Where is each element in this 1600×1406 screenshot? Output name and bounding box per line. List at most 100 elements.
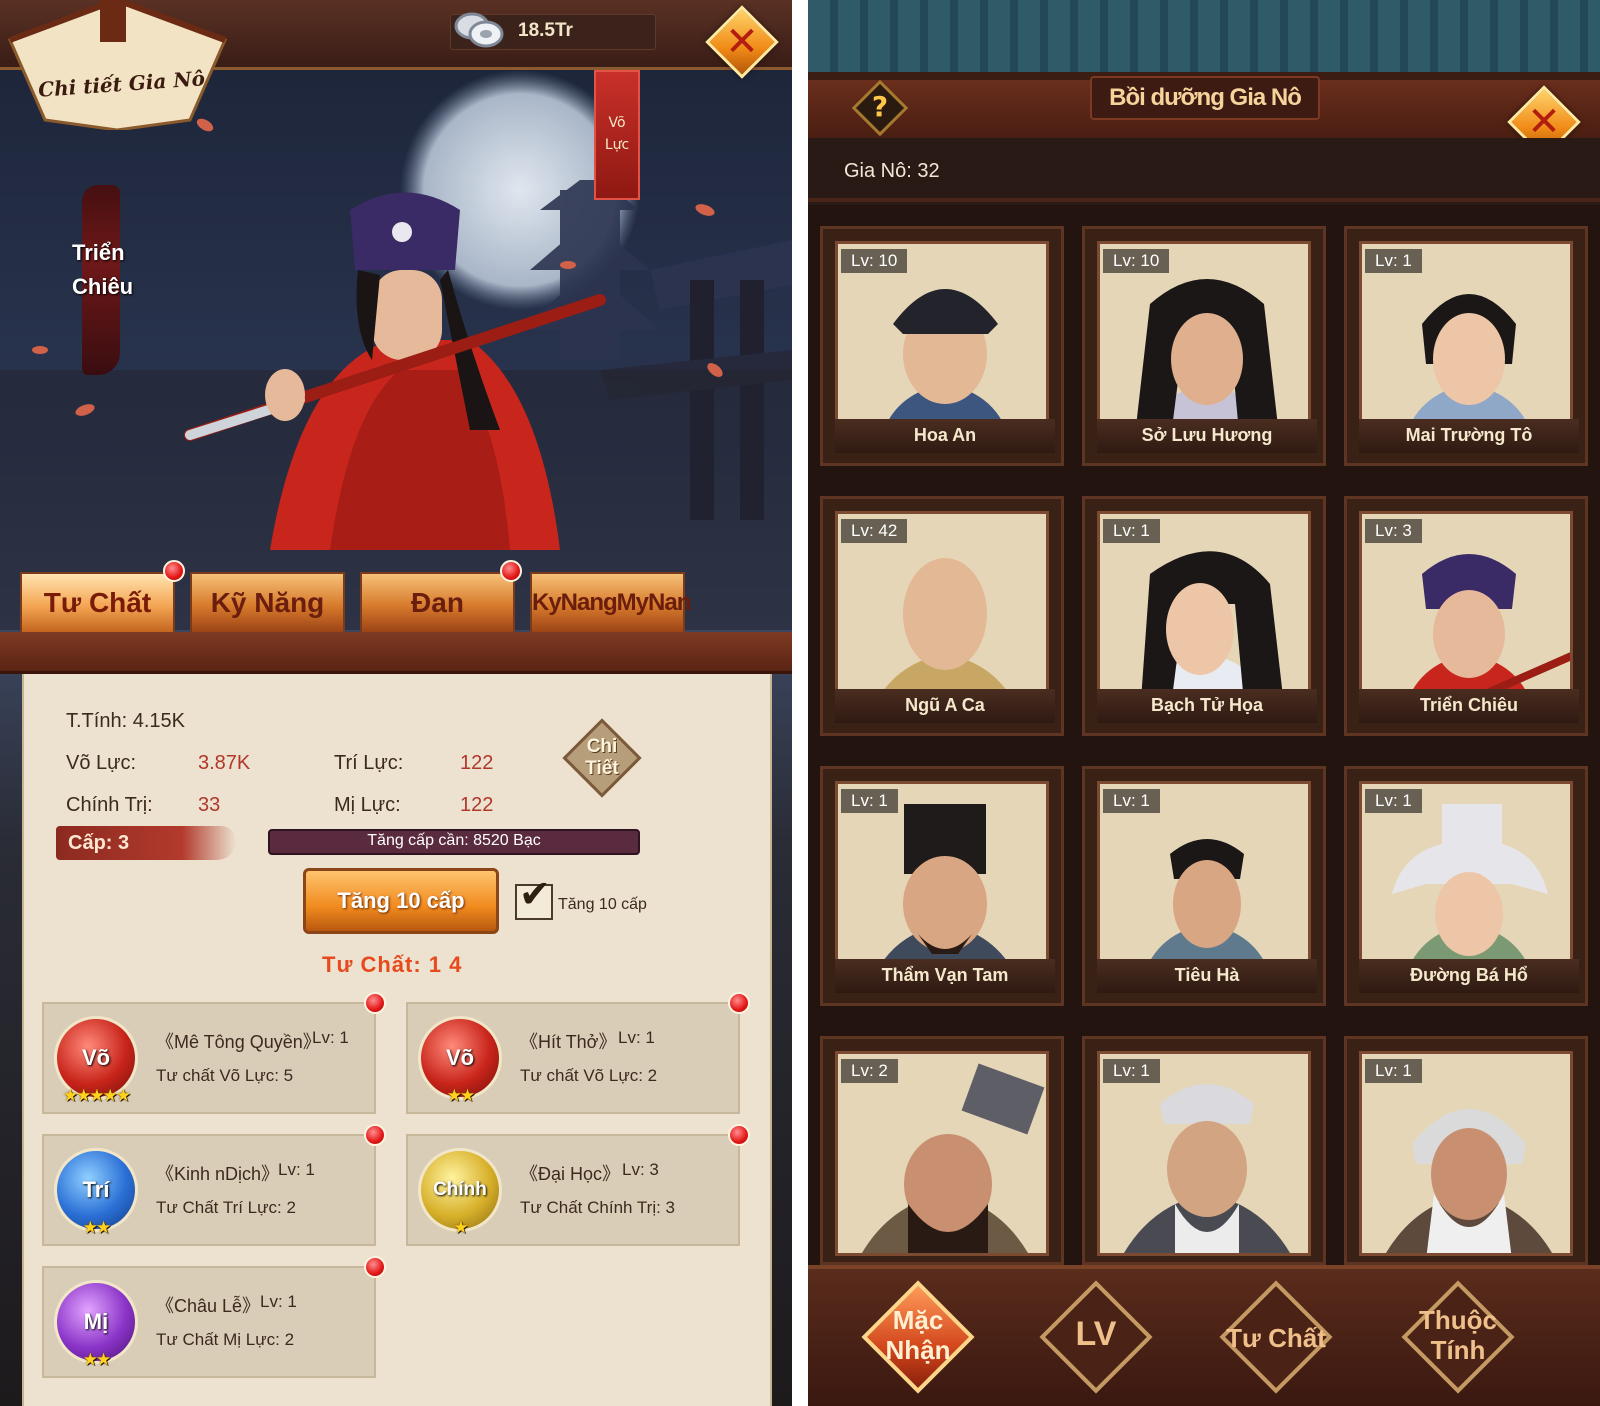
card-level: Lv: 1: [1103, 519, 1160, 543]
upgrade-10-button[interactable]: Tăng 10 cấp: [303, 868, 499, 934]
roof-tiles: [808, 0, 1600, 80]
attendant-count: Gia Nô: 32: [844, 160, 940, 182]
attendant-training-panel: ? Bồi dưỡng Gia Nô ✕ Gia Nô: 32 Lv: 10 H…: [808, 0, 1600, 1406]
star-rating: ★★: [446, 1086, 475, 1106]
upgrade-10-checkbox-label: Tăng 10 cấp: [558, 896, 647, 913]
portrait-image: [1362, 1054, 1570, 1253]
detail-button[interactable]: Chi Tiết: [562, 718, 642, 798]
card-name: Tiêu Hà: [1097, 959, 1317, 993]
skill-name: 《Châu Lễ》: [156, 1296, 261, 1316]
tab-ky-nang-my-nan[interactable]: KyNangMyNan: [530, 572, 691, 634]
tab-ky-nang[interactable]: Kỹ Năng: [190, 572, 345, 634]
sort-aptitude-button[interactable]: Tư Chất: [1214, 1275, 1338, 1399]
currency-value: 18.5Tr: [518, 20, 573, 41]
attendant-card[interactable]: Lv: 1 Thẩm Vạn Tam: [820, 766, 1064, 1006]
card-level: Lv: 1: [1365, 789, 1422, 813]
card-name: Hoa An: [835, 419, 1055, 453]
skill-desc: Tư chất Võ Lực: 2: [520, 1066, 658, 1085]
vo-luc-label: Võ Lực:: [66, 752, 137, 774]
portrait-image: [1362, 514, 1570, 714]
title-fan: Chi tiết Gia Nô: [0, 0, 235, 132]
skill-level: Lv: 1: [312, 1028, 349, 1047]
skill-desc: Tư Chất Mị Lực: 2: [156, 1330, 295, 1349]
total-stat: T.Tính: 4.15K: [66, 710, 185, 732]
skill-name: 《Hít Thở》: [520, 1032, 617, 1052]
help-button[interactable]: ?: [850, 78, 910, 138]
sort-default-button[interactable]: Mặc Nhận: [856, 1275, 980, 1399]
fan-icon: [7, 0, 228, 132]
skill-name: 《Đại Học》: [520, 1164, 621, 1184]
attendant-card[interactable]: Lv: 2: [820, 1036, 1064, 1265]
skill-card[interactable]: Mị ★★ 《Châu Lễ》 Lv: 1 Tư Chất Mị Lực: 2: [42, 1266, 376, 1378]
attendant-card[interactable]: Lv: 1 Tiêu Hà: [1082, 766, 1326, 1006]
portrait-image: [1362, 244, 1570, 444]
skill-desc: Tư chất Võ Lực: 5: [156, 1066, 294, 1085]
skill-level: Lv: 1: [260, 1292, 297, 1311]
star-rating: ★★★★★: [62, 1086, 131, 1106]
close-button[interactable]: ✕: [705, 5, 779, 79]
tab-tu-chat-notify-dot: [163, 560, 185, 582]
attendant-card[interactable]: Lv: 1 Đường Bá Hổ: [1344, 766, 1588, 1006]
card-level: Lv: 1: [1103, 789, 1160, 813]
attendant-detail-panel: Chi tiết Gia Nô 18.5Tr ✕ Võ Lực Triển Ch…: [0, 0, 792, 1406]
skill-name: 《Kinh nDịch》: [156, 1164, 280, 1184]
skill-card[interactable]: Võ ★★ 《Hít Thở》 Lv: 1 Tư chất Võ Lực: 2: [406, 1002, 740, 1114]
sort-attribute-button[interactable]: Thuộc Tính: [1396, 1275, 1520, 1399]
skill-desc: Tư Chất Chính Trị: 3: [520, 1198, 675, 1217]
attendant-card[interactable]: Lv: 3 Triển Chiêu: [1344, 496, 1588, 736]
card-level: Lv: 1: [1103, 1059, 1160, 1083]
portrait-image: [838, 1054, 1046, 1253]
chinh-tri-label: Chính Trị:: [66, 794, 153, 816]
skill-level: Lv: 1: [278, 1160, 315, 1179]
skill-level: Lv: 1: [618, 1028, 655, 1047]
mi-luc-label: Mị Lực:: [334, 794, 401, 816]
vo-luc-value: 3.87K: [198, 752, 251, 774]
card-name: Sở Lưu Hương: [1097, 419, 1317, 453]
attendant-card[interactable]: Lv: 1: [1344, 1036, 1588, 1265]
portrait-image: [1100, 514, 1308, 714]
panel-divider: [0, 632, 792, 674]
sort-level-button[interactable]: LV: [1034, 1275, 1158, 1399]
card-name: Thẩm Vạn Tam: [835, 959, 1055, 993]
skill-notify-dot: [364, 1124, 386, 1146]
skill-notify-dot: [364, 1256, 386, 1278]
attendant-card[interactable]: Lv: 1 Mai Trường Tô: [1344, 226, 1588, 466]
skill-notify-dot: [364, 992, 386, 1014]
attendant-card[interactable]: Lv: 1 Bạch Tử Họa: [1082, 496, 1326, 736]
question-icon: ?: [871, 90, 889, 123]
close-x-icon: ✕: [725, 19, 759, 65]
attribute-tag-line1: Võ: [608, 115, 626, 131]
skill-card[interactable]: Trí ★★ 《Kinh nDịch》 Lv: 1 Tư Chất Trí Lự…: [42, 1134, 376, 1246]
checkmark-icon: ✔: [519, 872, 551, 916]
attendant-card[interactable]: Lv: 10 Hoa An: [820, 226, 1064, 466]
card-name: Bạch Tử Họa: [1097, 689, 1317, 723]
star-rating: ★★: [82, 1350, 111, 1370]
attendant-card[interactable]: Lv: 1: [1082, 1036, 1326, 1265]
skill-notify-dot: [728, 992, 750, 1014]
card-level: Lv: 3: [1365, 519, 1422, 543]
level-label: Cấp: 3: [68, 832, 130, 854]
portrait-image: [1100, 1054, 1308, 1253]
tri-luc-label: Trí Lực:: [334, 752, 404, 774]
card-level: Lv: 1: [1365, 1059, 1422, 1083]
star-rating: ★★: [82, 1218, 111, 1238]
skill-card[interactable]: Võ ★★★★★ 《Mê Tông Quyền》 Lv: 1 Tư chất V…: [42, 1002, 376, 1114]
skill-name: 《Mê Tông Quyền》: [156, 1032, 321, 1052]
tab-tu-chat[interactable]: Tư Chất: [20, 572, 175, 634]
skill-card[interactable]: Chính ★ 《Đại Học》 Lv: 3 Tư Chất Chính Tr…: [406, 1134, 740, 1246]
card-level: Lv: 2: [841, 1059, 898, 1083]
attendant-card[interactable]: Lv: 42 Ngũ A Ca: [820, 496, 1064, 736]
card-level: Lv: 1: [841, 789, 898, 813]
tab-dan[interactable]: Đan: [360, 572, 515, 634]
attribute-tag[interactable]: Võ Lực: [594, 70, 640, 200]
card-name: Triển Chiêu: [1359, 689, 1579, 723]
tab-bar: Tư Chất Kỹ Năng Đan KyNangMyNan: [20, 560, 780, 634]
portrait-image: [1100, 784, 1308, 984]
portrait-image: [1362, 784, 1570, 984]
silver-coins-icon: [452, 8, 508, 52]
attribute-tag-line2: Lực: [604, 137, 630, 153]
card-name: Đường Bá Hổ: [1359, 959, 1579, 993]
chinh-tri-value: 33: [198, 794, 221, 816]
card-level: Lv: 10: [1103, 249, 1170, 273]
attendant-card[interactable]: Lv: 10 Sở Lưu Hương: [1082, 226, 1326, 466]
